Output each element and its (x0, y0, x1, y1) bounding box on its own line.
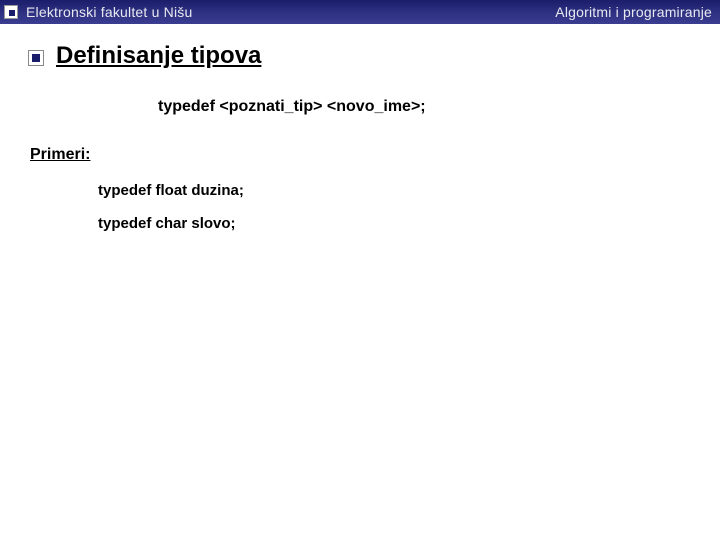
slide-header: Elektronski fakultet u Nišu Algoritmi i … (0, 0, 720, 24)
header-bullet-icon (4, 5, 18, 19)
header-left-group: Elektronski fakultet u Nišu (4, 4, 192, 20)
title-bullet-icon (28, 50, 44, 66)
example-line: typedef float duzina; (98, 182, 692, 199)
title-row: Definisanje tipova (28, 42, 692, 70)
slide-title: Definisanje tipova (56, 42, 261, 70)
course-name: Algoritmi i programiranje (555, 4, 712, 20)
institution-name: Elektronski fakultet u Nišu (26, 4, 192, 20)
syntax-definition: typedef <poznati_tip> <novo_ime>; (158, 98, 692, 116)
example-line: typedef char slovo; (98, 215, 692, 232)
slide-content: Definisanje tipova typedef <poznati_tip>… (0, 24, 720, 232)
examples-heading: Primeri: (30, 146, 692, 164)
